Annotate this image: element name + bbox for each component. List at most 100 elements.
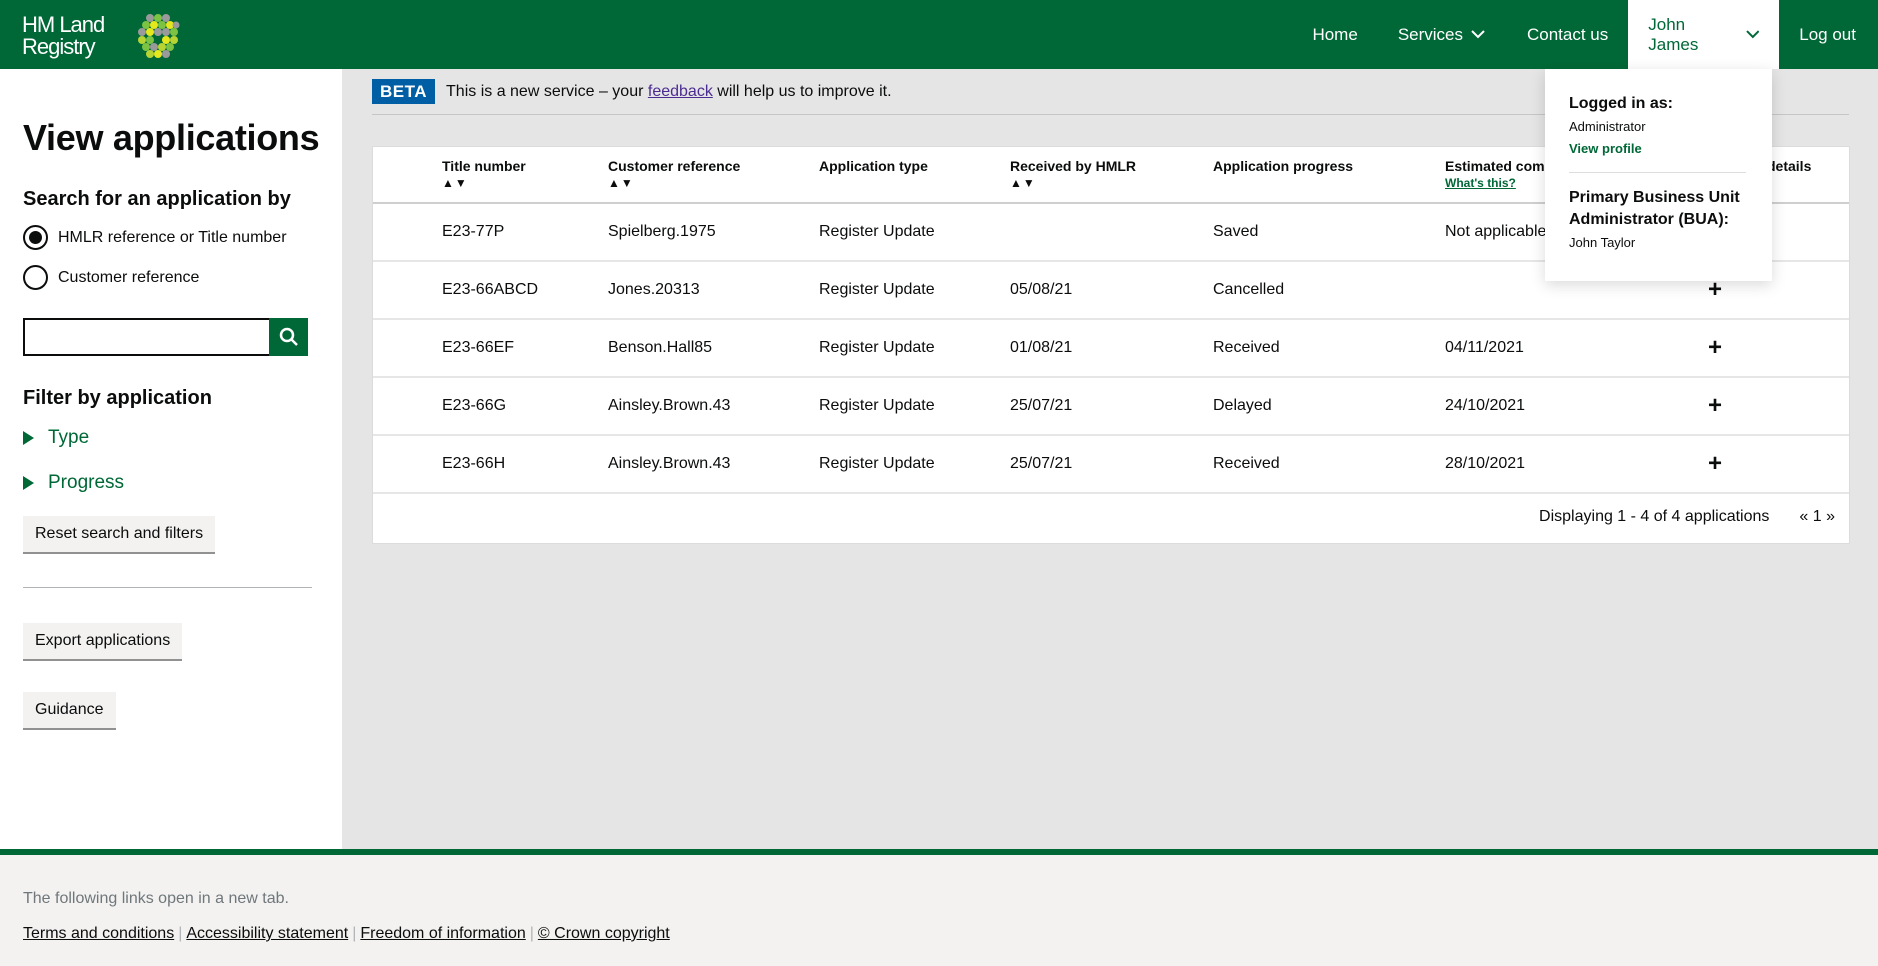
site-header: HM Land Registry Home Services Contact u… <box>0 0 1878 69</box>
cell-application-type: Register Update <box>819 281 935 298</box>
cell-progress: Cancelled <box>1213 281 1285 298</box>
search-heading: Search for an application by <box>23 188 291 210</box>
beta-text: This is a new service – your feedback wi… <box>446 79 892 104</box>
triangle-right-icon <box>23 431 34 445</box>
cell-customer-reference: Jones.20313 <box>608 281 700 298</box>
triangle-right-icon <box>23 476 34 490</box>
cell-received: 01/08/21 <box>1010 339 1073 356</box>
cell-progress: Received <box>1213 455 1280 472</box>
feedback-link[interactable]: feedback <box>648 83 713 100</box>
cell-progress: Delayed <box>1213 397 1272 414</box>
column-header-title-number: Title number ▲▼ <box>442 158 526 192</box>
logo-line-1: HM Land <box>22 12 105 37</box>
cell-customer-reference: Spielberg.1975 <box>608 223 716 240</box>
radio-label: Customer reference <box>58 268 200 286</box>
sort-icon[interactable]: ▲▼ <box>608 175 740 192</box>
nav-logout[interactable]: Log out <box>1779 0 1878 69</box>
radio-circle[interactable] <box>23 225 48 250</box>
cell-customer-reference: Benson.Hall85 <box>608 339 713 356</box>
cell-customer-reference: Ainsley.Brown.43 <box>608 455 731 472</box>
beta-text-before: This is a new service – your <box>446 83 648 100</box>
page-title: View applications <box>23 117 320 158</box>
expand-details-icon[interactable]: + <box>1708 378 1722 434</box>
crown-copyright-link[interactable]: © Crown copyright <box>538 925 670 942</box>
cell-progress: Saved <box>1213 223 1259 240</box>
sidebar-divider <box>23 587 312 588</box>
beta-text-after: will help us to improve it. <box>712 83 892 100</box>
page-links[interactable]: « 1 » <box>1799 508 1835 526</box>
pagination: Displaying 1 - 4 of 4 applications « 1 » <box>1539 508 1835 526</box>
nav-home-label: Home <box>1312 24 1358 44</box>
terms-link[interactable]: Terms and conditions <box>23 925 174 942</box>
column-header-received: Received by HMLR ▲▼ <box>1010 158 1136 192</box>
cell-progress: Received <box>1213 339 1280 356</box>
cell-estimated: 24/10/2021 <box>1445 397 1526 414</box>
hmlr-logo-mark-icon <box>138 14 180 58</box>
sort-icon[interactable]: ▲▼ <box>1010 175 1136 192</box>
column-label: Estimated compl <box>1445 158 1558 174</box>
footer-links: Terms and conditions | Accessibility state… <box>23 925 670 943</box>
view-profile-link[interactable]: View profile <box>1569 141 1772 156</box>
cell-estimated: 28/10/2021 <box>1445 455 1526 472</box>
search-form <box>23 318 308 356</box>
cell-application-type: Register Update <box>819 223 935 240</box>
site-footer: The following links open in a new tab. T… <box>0 849 1878 966</box>
filter-heading: Filter by application <box>23 387 212 409</box>
cell-application-type: Register Update <box>819 397 935 414</box>
nav-contact-label: Contact us <box>1527 24 1609 44</box>
expand-details-icon[interactable]: + <box>1708 436 1722 492</box>
cell-estimated: 04/11/2021 <box>1445 339 1524 356</box>
sort-icon[interactable]: ▲▼ <box>442 175 526 192</box>
nav-contact[interactable]: Contact us <box>1527 0 1628 69</box>
main-nav: Home Services Contact us John James Log … <box>1312 0 1878 69</box>
expand-details-icon[interactable]: + <box>1708 320 1722 376</box>
radio-selected-dot <box>29 231 42 244</box>
filter-label: Progress <box>48 472 125 493</box>
radio-circle[interactable] <box>23 265 48 290</box>
bua-name: John Taylor <box>1569 235 1636 250</box>
logged-in-label: Logged in as: <box>1569 95 1673 112</box>
filter-type-toggle[interactable]: Type <box>23 427 89 449</box>
radio-customer-reference[interactable]: Customer reference <box>23 265 199 290</box>
beta-tag: BETA <box>372 79 436 104</box>
filter-label: Type <box>48 427 90 448</box>
foi-link[interactable]: Freedom of information <box>360 925 525 942</box>
nav-services-label: Services <box>1397 24 1463 44</box>
user-dropdown-menu: Logged in as: Administrator View profile… <box>1545 69 1772 281</box>
cell-application-type: Register Update <box>819 339 935 356</box>
chevron-down-icon <box>1471 30 1485 39</box>
nav-user-menu[interactable]: John James <box>1628 0 1780 69</box>
chevron-down-icon <box>1745 30 1759 39</box>
accessibility-link[interactable]: Accessibility statement <box>186 925 348 942</box>
column-header-details: details <box>1767 158 1811 175</box>
search-input[interactable] <box>23 318 269 356</box>
column-label: Received by HMLR <box>1010 158 1137 174</box>
column-label: Customer reference <box>608 158 741 174</box>
nav-home[interactable]: Home <box>1312 0 1377 69</box>
logo-line-2: Registry <box>22 34 96 59</box>
export-applications-button[interactable]: Export applications <box>23 623 183 661</box>
cell-title-number: E23-66ABCD <box>442 281 539 298</box>
column-label: Application progress <box>1213 158 1354 174</box>
whats-this-link[interactable]: What's this? <box>1445 175 1557 192</box>
cell-title-number: E23-66EF <box>442 339 515 356</box>
radio-hmlr-reference[interactable]: HMLR reference or Title number <box>23 225 287 250</box>
cell-title-number: E23-77P <box>442 223 505 240</box>
column-header-application-type: Application type <box>819 158 928 175</box>
column-header-progress: Application progress <box>1213 158 1353 175</box>
filter-progress-toggle[interactable]: Progress <box>23 472 124 494</box>
cell-title-number: E23-66H <box>442 455 506 472</box>
sidebar: View applications Search for an applicat… <box>0 69 342 849</box>
nav-logout-label: Log out <box>1799 24 1856 44</box>
dropdown-divider <box>1569 172 1746 173</box>
hmlr-logo[interactable]: HM Land Registry <box>22 12 184 60</box>
reset-filters-button[interactable]: Reset search and filters <box>23 516 216 554</box>
nav-services[interactable]: Services <box>1398 0 1507 69</box>
guidance-button[interactable]: Guidance <box>23 692 116 730</box>
cell-received: 25/07/21 <box>1010 397 1073 414</box>
cell-title-number: E23-66G <box>442 397 507 414</box>
column-label: Title number <box>442 158 526 174</box>
cell-received: 05/08/21 <box>1010 281 1073 298</box>
search-button[interactable] <box>269 318 308 356</box>
column-label: Application type <box>819 158 928 174</box>
